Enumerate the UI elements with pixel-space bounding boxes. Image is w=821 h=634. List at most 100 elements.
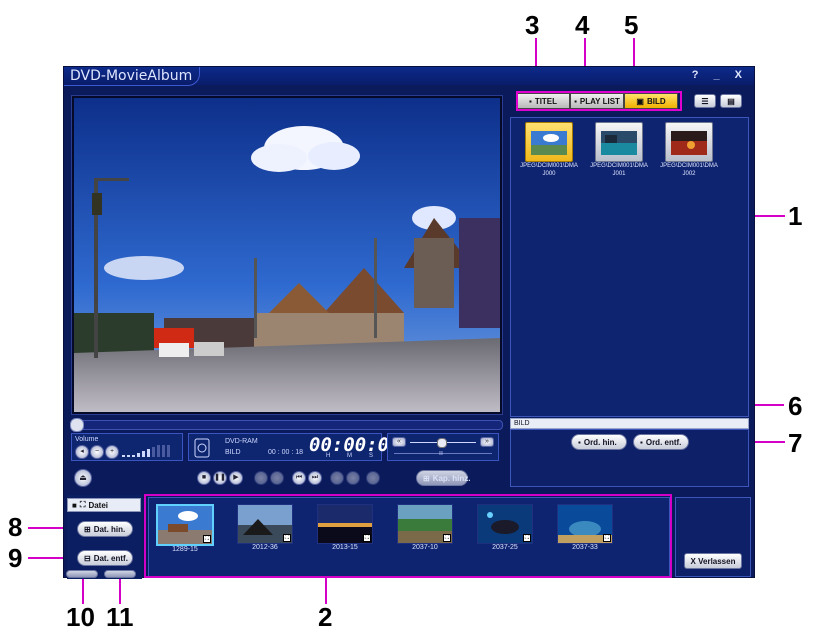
callout-4: 4 [575,10,590,40]
folder-item[interactable]: JPEG\DCIM001\DMA J000 [520,122,578,178]
chapter-add-icon: ⊞ [423,473,430,483]
volume-down-button[interactable]: ◂ [75,445,89,459]
exit-button[interactable]: X Verlassen [684,553,742,569]
callout-2: 2 [318,602,333,632]
list-view-icon: ☰ [701,96,709,106]
scroll-right-button[interactable] [104,570,136,578]
disc-mode: BILD [225,449,241,456]
remove-file-icon: ⊟ [84,553,91,563]
folder-id: J000 [542,171,556,177]
folder-icon [665,122,713,162]
file-tab[interactable]: ■ ⛶ Datei [67,498,141,512]
step-back-button[interactable] [254,471,268,485]
eject-button[interactable]: ⏏ [74,469,92,487]
add-file-icon: ⊞ [84,524,91,534]
exit-panel: X Verlassen [675,497,751,577]
folder-id: J001 [612,171,626,177]
speed-slider-knob[interactable] [437,438,447,448]
frame-icon: ⛶ [79,500,86,509]
minutes-unit: M [347,453,352,459]
stop-button[interactable]: ■ [197,471,211,485]
callout-5: 5 [624,10,639,40]
play-button[interactable]: ▶ [229,471,243,485]
file-tab-label: Datei [88,500,109,510]
window-controls[interactable]: ? _ X [692,69,748,81]
add-file-button[interactable]: ⊞ Dat. hin. [77,521,133,537]
callout-10: 10 [66,602,95,632]
remove-folder-label: Ord. entf. [645,437,682,447]
repeat-button[interactable] [366,471,380,485]
add-file-label: Dat. hin. [93,524,126,534]
folder-list[interactable]: JPEG\DCIM001\DMA J000 JPEG\DCIM001\DMA J… [510,117,749,417]
camera-icon: ■ [72,500,77,510]
volume-panel: Volume ◂ − + [71,433,183,461]
chevron-left-icon: ◂ [80,448,84,455]
remove-folder-icon: ▪ [640,437,643,447]
pause-button[interactable]: ❚❚ [213,471,227,485]
remove-file-button[interactable]: ⊟ Dat. entf. [77,550,133,566]
add-folder-button[interactable]: ▪ Ord. hin. [571,434,627,450]
volume-level-meter [122,445,170,457]
folder-path: JPEG\DCIM001\DMA [520,163,578,169]
play-icon: ▶ [233,474,239,481]
callout-3: 3 [525,10,540,40]
stop-icon: ■ [201,474,207,481]
folder-item[interactable]: JPEG\DCIM001\DMA J001 [590,122,648,178]
disc-icon [194,438,210,458]
speed-panel: « » ıı [387,433,499,461]
scroll-left-button[interactable] [66,570,98,578]
next-chapter-button[interactable]: ⏭ [308,471,322,485]
volume-label: Volume [75,436,99,443]
previous-chapter-button[interactable]: ⏮ [292,471,306,485]
speed-scale [394,453,492,454]
plus-icon: + [109,448,115,455]
add-chapter-label: Kap. hinz. [432,473,471,483]
pause-mark-icon: ıı [439,450,443,457]
disc-info-panel: DVD-RAM BILD 00 : 00 : 18 00:00:00 H M S [188,433,401,461]
skip-back-icon: ⏮ [295,474,303,481]
title-bar[interactable]: DVD-MovieAlbum ? _ X [64,67,754,86]
skip-forward-icon: ⏭ [311,474,319,481]
callout-box-3-5 [516,91,682,111]
callout-1: 1 [788,201,803,231]
list-view-button[interactable]: ☰ [694,94,716,108]
preview-image [74,98,500,412]
add-folder-label: Ord. hin. [583,437,617,447]
pause-icon: ❚❚ [214,474,226,481]
detail-view-icon: ▤ [727,96,735,106]
rewind-icon[interactable]: « [392,437,406,447]
hours-unit: H [326,453,331,459]
add-folder-icon: ▪ [578,437,581,447]
slow-forward-button[interactable] [346,471,360,485]
callout-line-11 [119,576,121,604]
seek-bar[interactable] [70,418,503,432]
callout-6: 6 [788,391,803,421]
folder-id: J002 [682,171,696,177]
detail-view-button[interactable]: ▤ [720,94,742,108]
seek-knob[interactable] [70,418,84,432]
folder-item[interactable]: JPEG\DCIM001\DMA J002 [660,122,718,178]
callout-11: 11 [106,602,134,632]
seconds-unit: S [369,453,374,459]
step-forward-button[interactable] [270,471,284,485]
folder-icon [525,122,573,162]
minus-icon: − [94,448,100,455]
window-title: DVD-MovieAlbum [70,68,193,84]
folder-actions-panel: ▪ Ord. hin. ▪ Ord. entf. [510,429,749,487]
eject-icon: ⏏ [79,473,87,482]
volume-up-button[interactable]: + [105,445,119,459]
add-chapter-button[interactable]: ⊞ Kap. hinz. [416,470,471,486]
remove-folder-button[interactable]: ▪ Ord. entf. [633,434,689,450]
callout-box-2 [144,494,672,578]
fast-forward-icon[interactable]: » [480,437,494,447]
mute-button[interactable]: − [90,445,104,459]
video-preview [71,95,503,415]
callout-line-10 [82,576,84,604]
folder-icon [595,122,643,162]
callout-7: 7 [788,428,803,458]
callout-8: 8 [8,512,23,542]
slow-back-button[interactable] [330,471,344,485]
folder-status-bar: BILD [510,418,749,429]
folder-path: JPEG\DCIM001\DMA [660,163,718,169]
callout-9: 9 [8,543,23,573]
